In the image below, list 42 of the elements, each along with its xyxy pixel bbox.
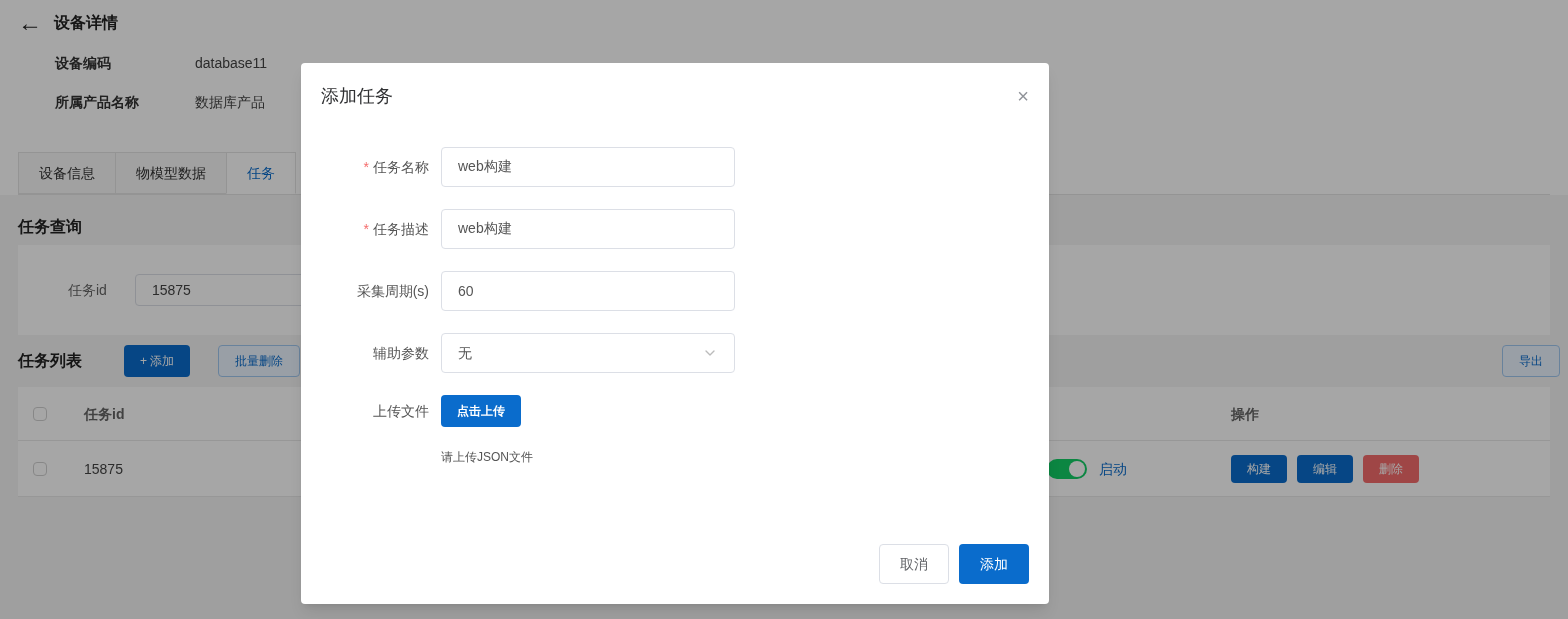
close-button[interactable]: × — [1017, 86, 1029, 106]
field-label: 辅助参数 — [373, 344, 429, 363]
info-value: 数据库产品 — [195, 93, 265, 112]
status-text: 启动 — [1099, 459, 1127, 479]
action-button[interactable]: 编辑 — [1297, 454, 1353, 483]
section-title: 任务查询 — [18, 217, 82, 237]
info-value: database11 — [195, 54, 268, 73]
required-mark: * — [363, 220, 369, 239]
back-arrow[interactable]: ← — [18, 11, 42, 35]
field-label: 采集周期(s) — [356, 282, 429, 301]
tab[interactable]: 设备信息 — [18, 152, 116, 194]
select-field[interactable]: 无 — [441, 333, 735, 373]
action-button[interactable]: 构建 — [1231, 454, 1287, 483]
tab[interactable]: 任务 — [226, 152, 296, 194]
tab[interactable]: 物模型数据 — [115, 152, 227, 194]
dialog-button[interactable]: 取消 — [879, 544, 949, 584]
status-switch[interactable] — [1047, 458, 1087, 479]
action-button[interactable]: 删除 — [1363, 454, 1419, 483]
page-title: 设备详情 — [54, 13, 118, 33]
input-field[interactable]: web构建 — [441, 209, 735, 249]
checkbox[interactable] — [33, 406, 47, 421]
dialog-button[interactable]: 添加 — [959, 544, 1029, 584]
upload-button[interactable]: 点击上传 — [441, 395, 521, 427]
field-label: 任务名称 — [373, 158, 429, 177]
info-label: 所属产品名称 — [55, 93, 139, 112]
field-label: 上传文件 — [373, 402, 429, 421]
required-mark: * — [363, 158, 369, 177]
section-title: 任务列表 — [18, 351, 82, 371]
input-field[interactable]: 60 — [441, 271, 735, 311]
batch-delete-button[interactable]: 批量删除 — [218, 345, 301, 377]
column-header: 操作 — [1231, 404, 1259, 424]
export-button[interactable]: 导出 — [1502, 345, 1560, 377]
input-field[interactable]: web构建 — [441, 147, 735, 187]
add-button[interactable]: + 添加 — [124, 345, 191, 377]
checkbox[interactable] — [33, 461, 47, 476]
column-header: 任务id — [84, 405, 125, 422]
info-label: 设备编码 — [55, 54, 111, 73]
field-label: 任务描述 — [373, 220, 429, 239]
table-cell: 15875 — [84, 460, 123, 477]
dialog-title: 添加任务 — [321, 85, 393, 108]
query-label: 任务id — [68, 281, 107, 300]
upload-hint: 请上传JSON文件 — [441, 449, 534, 465]
